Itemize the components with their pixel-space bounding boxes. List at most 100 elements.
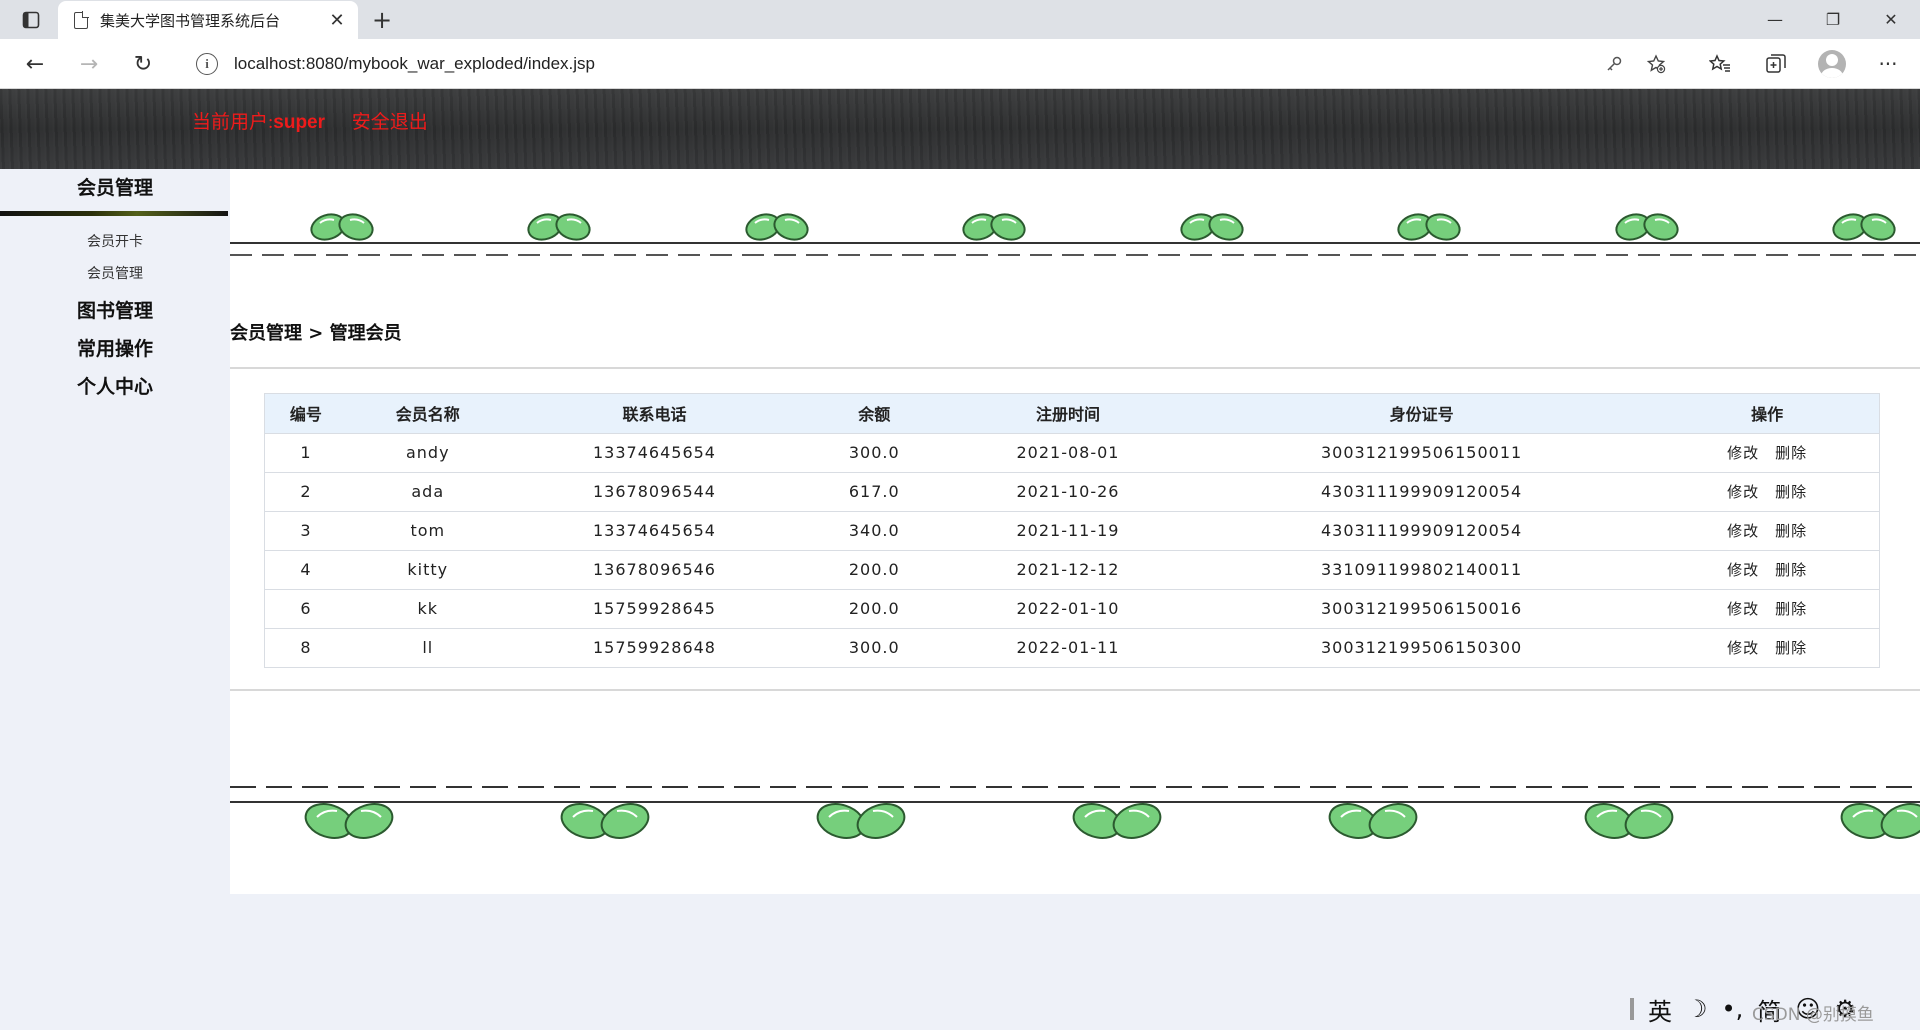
moon-icon[interactable]: ☽: [1686, 995, 1708, 1023]
reload-button[interactable]: ↻: [126, 48, 160, 80]
punctuation-toggle[interactable]: •,: [1722, 995, 1744, 1023]
forward-button[interactable]: →: [72, 48, 106, 80]
cell-actions: 修改 删除: [1655, 471, 1879, 511]
member-table: 编号 会员名称 联系电话 余额 注册时间 身份证号 操作 1 andy 1337…: [265, 394, 1879, 667]
delete-link[interactable]: 删除: [1775, 639, 1807, 657]
cell-actions: 修改 删除: [1655, 588, 1879, 628]
sidebar-section-common[interactable]: 常用操作: [0, 330, 230, 368]
profile-avatar-icon[interactable]: [1818, 50, 1846, 78]
cell-id: 3: [265, 510, 347, 550]
cell-phone: 13374645654: [508, 432, 801, 472]
edit-link[interactable]: 修改: [1727, 639, 1759, 657]
breadcrumb-divider: [230, 367, 1920, 369]
current-user-name: super: [273, 112, 326, 133]
minimize-button[interactable]: —: [1746, 0, 1804, 39]
cell-register-date: 2021-08-01: [948, 432, 1188, 472]
cell-balance: 200.0: [800, 549, 949, 589]
sidebar-section-member[interactable]: 会员管理: [0, 169, 230, 207]
col-header-register-date: 注册时间: [948, 394, 1188, 433]
tab-title: 集美大学图书管理系统后台: [100, 11, 281, 30]
favorites-icon[interactable]: [1702, 48, 1738, 80]
sidebar-section-books[interactable]: 图书管理: [0, 292, 230, 330]
tab-close-icon[interactable]: ✕: [324, 7, 350, 33]
cell-id-card: 430311199909120054: [1187, 510, 1656, 550]
cell-id: 4: [265, 549, 347, 589]
content-bottom-divider: [230, 689, 1920, 691]
cell-name: kitty: [346, 549, 509, 589]
delete-link[interactable]: 删除: [1775, 600, 1807, 618]
table-row: 2 ada 13678096544 617.0 2021-10-26 43031…: [265, 471, 1879, 511]
cell-id: 2: [265, 471, 347, 511]
main-content: 会员管理 > 管理会员 编号 会员名称 联系电话 余额 注册时间 身份证号 操作: [230, 169, 1920, 894]
delete-link[interactable]: 删除: [1775, 483, 1807, 501]
sidebar-item-member-manage[interactable]: 会员管理: [0, 258, 230, 290]
toolbar-actions: ···: [1702, 48, 1906, 80]
cell-id-card: 300312199506150300: [1187, 627, 1656, 667]
cell-name: ll: [346, 627, 509, 667]
ime-language-toggle[interactable]: 英: [1648, 992, 1672, 1027]
browser-tab-active[interactable]: 集美大学图书管理系统后台 ✕: [58, 1, 358, 39]
cell-register-date: 2022-01-11: [948, 627, 1188, 667]
table-row: 1 andy 13374645654 300.0 2021-08-01 3003…: [265, 432, 1879, 472]
collections-icon[interactable]: [1758, 48, 1794, 80]
sidebar-item-open-card[interactable]: 会员开卡: [0, 226, 230, 258]
cell-actions: 修改 删除: [1655, 432, 1879, 472]
cell-phone: 13374645654: [508, 510, 801, 550]
cell-phone: 15759928648: [508, 627, 801, 667]
app-header: 当前用户:super 安全退出: [0, 89, 1920, 169]
logout-link[interactable]: 安全退出: [352, 112, 428, 133]
breadcrumb: 会员管理 > 管理会员: [230, 323, 402, 344]
page-icon: [74, 10, 89, 29]
address-actions: [1600, 50, 1670, 78]
cell-id-card: 430311199909120054: [1187, 471, 1656, 511]
col-header-actions: 操作: [1655, 394, 1879, 433]
bottom-vine-decoration: [230, 786, 1920, 845]
add-favorite-icon[interactable]: [1642, 50, 1670, 78]
browser-toolbar: ← → ↻ i localhost:8080/mybook_war_explod…: [0, 39, 1920, 89]
sidebar-section-personal[interactable]: 个人中心: [0, 368, 230, 406]
edit-link[interactable]: 修改: [1727, 522, 1759, 540]
cell-actions: 修改 删除: [1655, 549, 1879, 589]
ime-drag-handle[interactable]: [1630, 998, 1634, 1020]
cell-register-date: 2021-11-19: [948, 510, 1188, 550]
url-text[interactable]: localhost:8080/mybook_war_exploded/index…: [234, 54, 595, 74]
col-header-id-card: 身份证号: [1187, 394, 1656, 433]
window-controls: — ❐ ✕: [1746, 0, 1920, 39]
table-row: 8 ll 15759928648 300.0 2022-01-11 300312…: [265, 627, 1879, 667]
cell-id: 6: [265, 588, 347, 628]
cell-register-date: 2021-12-12: [948, 549, 1188, 589]
delete-link[interactable]: 删除: [1775, 444, 1807, 462]
member-table-container: 编号 会员名称 联系电话 余额 注册时间 身份证号 操作 1 andy 1337…: [264, 393, 1880, 668]
col-header-id: 编号: [265, 394, 347, 433]
cell-balance: 300.0: [800, 432, 949, 472]
sidebar-section-underline: [0, 211, 228, 216]
table-row: 3 tom 13374645654 340.0 2021-11-19 43031…: [265, 510, 1879, 550]
cell-actions: 修改 删除: [1655, 627, 1879, 667]
more-menu-icon[interactable]: ···: [1870, 48, 1906, 80]
cell-id-card: 331091199802140011: [1187, 549, 1656, 589]
cell-phone: 13678096544: [508, 471, 801, 511]
cell-name: kk: [346, 588, 509, 628]
restore-button[interactable]: ❐: [1804, 0, 1862, 39]
tab-actions-icon[interactable]: [14, 8, 48, 32]
key-icon[interactable]: [1600, 50, 1628, 78]
back-button[interactable]: ←: [18, 48, 52, 80]
edit-link[interactable]: 修改: [1727, 561, 1759, 579]
cell-id-card: 300312199506150011: [1187, 432, 1656, 472]
address-bar[interactable]: i localhost:8080/mybook_war_exploded/ind…: [180, 46, 1680, 82]
edit-link[interactable]: 修改: [1727, 600, 1759, 618]
current-user-label: 当前用户:: [192, 112, 274, 133]
delete-link[interactable]: 删除: [1775, 561, 1807, 579]
edit-link[interactable]: 修改: [1727, 483, 1759, 501]
cell-balance: 617.0: [800, 471, 949, 511]
delete-link[interactable]: 删除: [1775, 522, 1807, 540]
edit-link[interactable]: 修改: [1727, 444, 1759, 462]
cell-register-date: 2021-10-26: [948, 471, 1188, 511]
browser-tab-bar: 集美大学图书管理系统后台 ✕ + — ❐ ✕: [0, 0, 1920, 39]
new-tab-button[interactable]: +: [368, 6, 396, 34]
table-row: 6 kk 15759928645 200.0 2022-01-10 300312…: [265, 588, 1879, 628]
close-window-button[interactable]: ✕: [1862, 0, 1920, 39]
cell-name: andy: [346, 432, 509, 472]
table-header-row: 编号 会员名称 联系电话 余额 注册时间 身份证号 操作: [265, 394, 1879, 433]
site-info-icon[interactable]: i: [196, 53, 218, 75]
